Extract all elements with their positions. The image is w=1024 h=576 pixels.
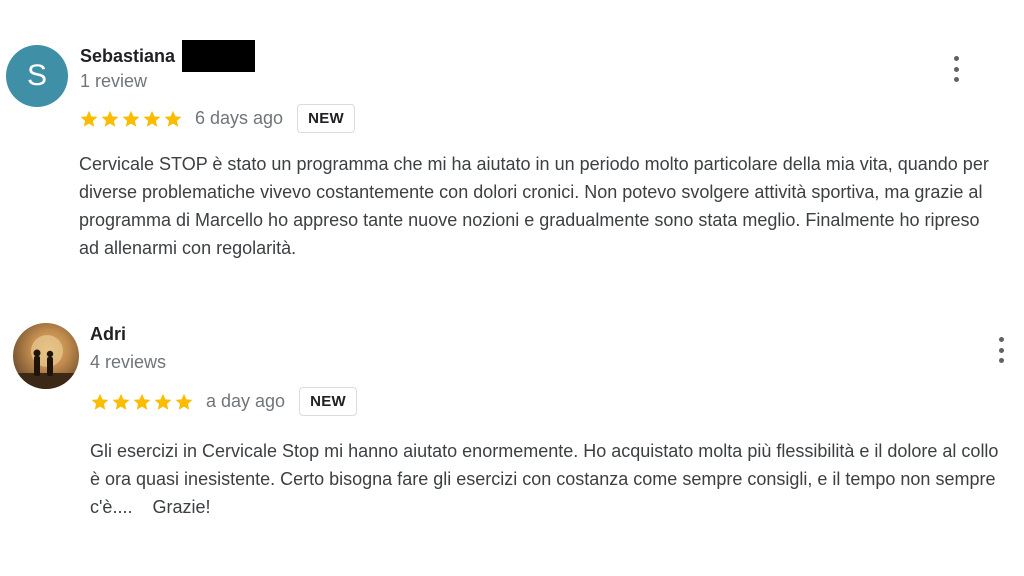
review-date: a day ago: [206, 391, 286, 411]
reviewer-review-count: 1 review: [80, 71, 148, 91]
reviewer-name[interactable]: Adri: [90, 324, 126, 345]
more-options-button[interactable]: [948, 56, 964, 82]
star-icon: [80, 110, 98, 127]
star-icon: [164, 110, 182, 127]
star-icon: [91, 393, 109, 410]
reviewer-name[interactable]: Sebastiana: [80, 46, 175, 67]
avatar-photo-image: [13, 335, 79, 389]
rating-row: 6 days ago NEW: [79, 104, 355, 133]
reviewer-name-row: Adri: [90, 324, 126, 345]
redaction-box: [182, 40, 256, 72]
review-card: Adri 4 reviews a day ago NEW Gli eserciz…: [0, 300, 1024, 560]
review-text: Gli esercizi in Cervicale Stop mi hanno …: [90, 441, 1004, 517]
star-icon: [175, 393, 193, 410]
review-card: S Sebastiana 1 review 6 days ago NEW Cer…: [0, 0, 1024, 290]
rating-row: a day ago NEW: [90, 387, 357, 416]
review-date: 6 days ago: [195, 108, 284, 128]
star-icon: [101, 110, 119, 127]
star-icon: [122, 110, 140, 127]
more-vert-icon-dot: [953, 66, 959, 72]
reviewer-name-row: Sebastiana: [80, 40, 256, 72]
new-badge: NEW: [299, 387, 357, 416]
more-options-button[interactable]: [993, 337, 1009, 363]
review-text: Cervicale STOP è stato un programma che …: [79, 154, 989, 258]
star-icon: [143, 110, 161, 127]
avatar-letter: S: [26, 59, 47, 92]
star-rating: [79, 109, 183, 129]
reviewer-review-count: 4 reviews: [90, 352, 167, 372]
star-icon: [154, 393, 172, 410]
more-vert-icon-dot: [998, 358, 1004, 363]
more-vert-icon: [998, 337, 1004, 342]
star-icon: [133, 393, 151, 410]
star-icon: [112, 393, 130, 410]
more-vert-icon-dot: [953, 77, 959, 82]
more-vert-icon-dot: [998, 347, 1004, 353]
avatar[interactable]: S: [6, 45, 68, 107]
star-rating: [90, 392, 194, 412]
more-vert-icon: [953, 56, 959, 61]
avatar[interactable]: [13, 323, 79, 389]
new-badge: NEW: [297, 104, 355, 133]
